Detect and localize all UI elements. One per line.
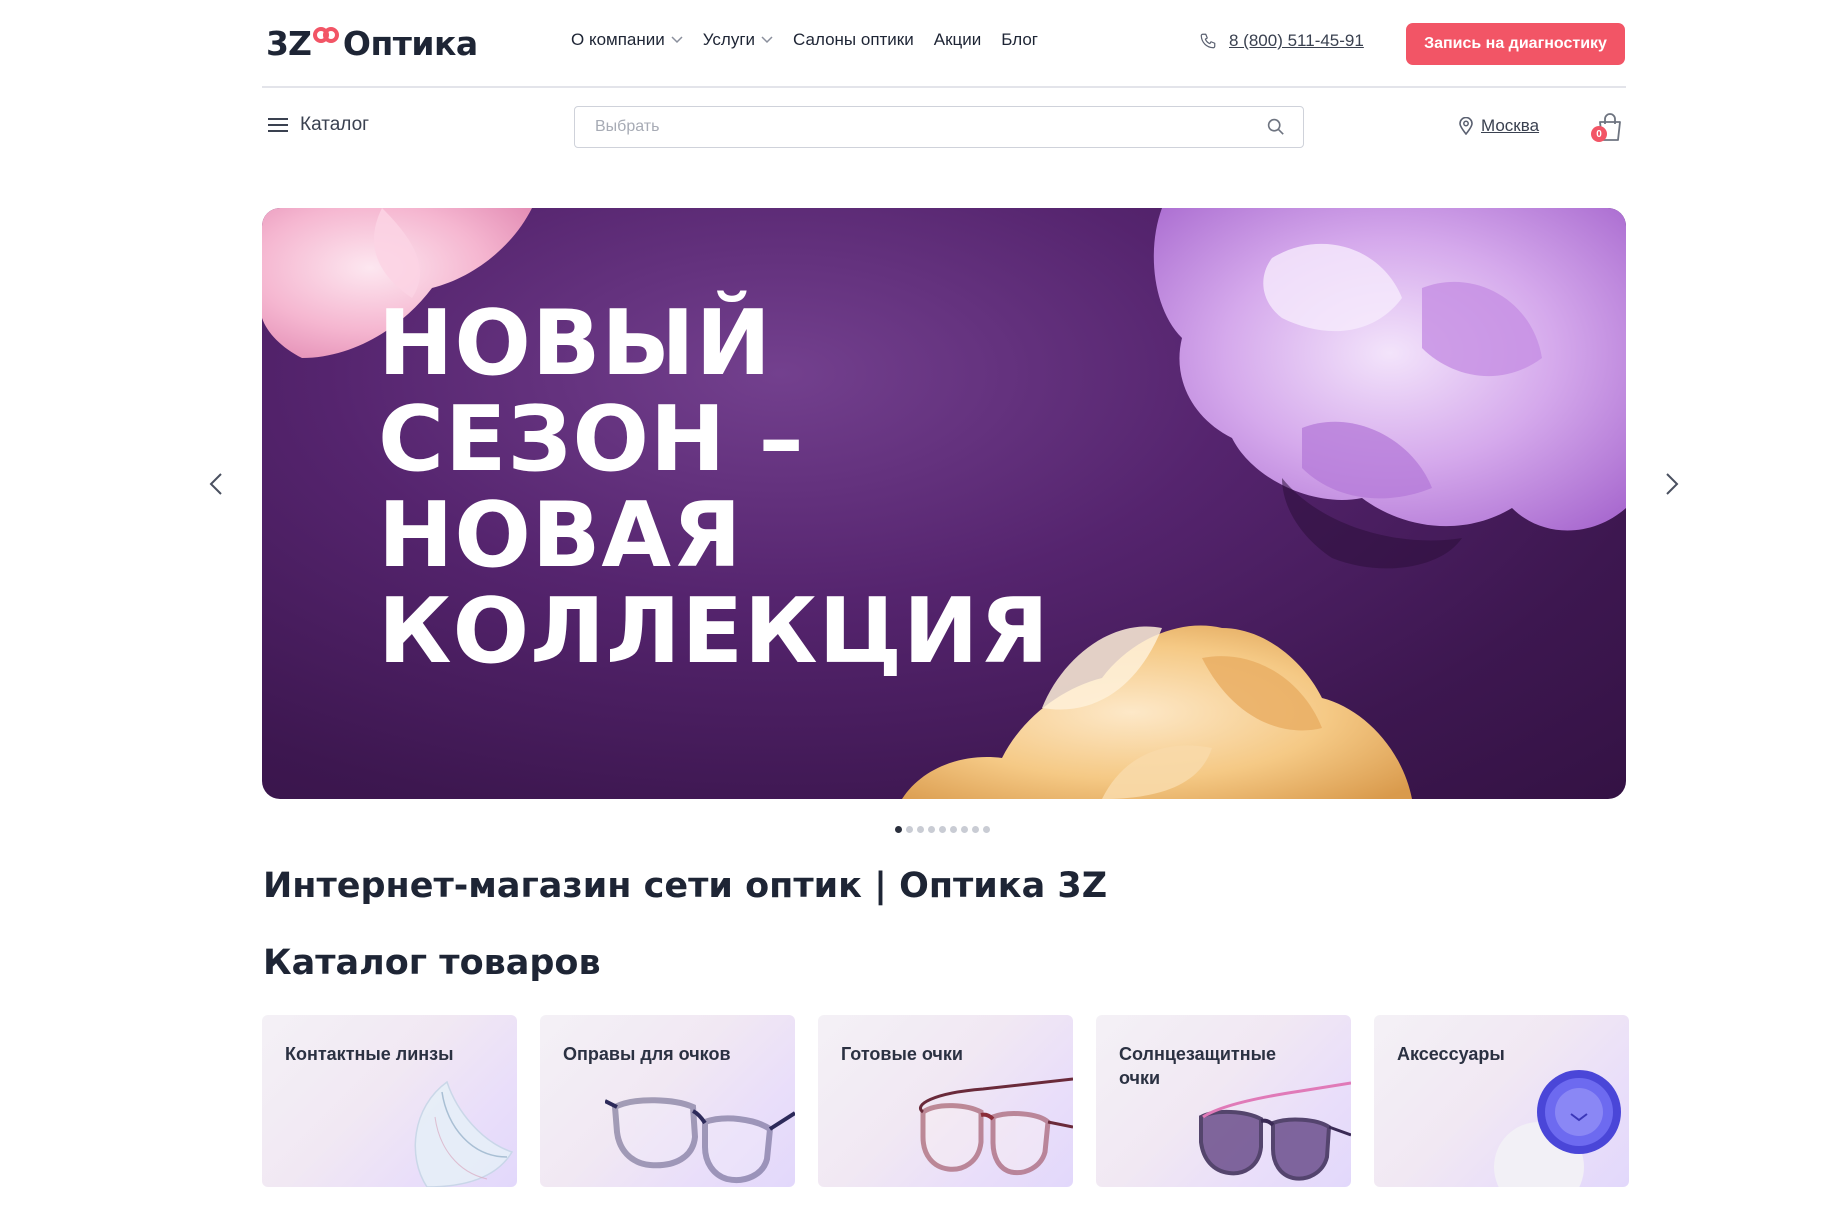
nav-item-label: Акции [933,30,982,49]
card-label: Готовые очки [841,1044,963,1064]
catalog-card-accessories[interactable]: Аксессуары [1374,1015,1629,1187]
nav-item-label: Салоны оптики [793,30,914,49]
glasses-icon [919,1077,1073,1176]
city-selector[interactable]: Москва [1459,116,1539,136]
pagination-dot[interactable] [972,826,979,833]
logo-name: Оптика [342,23,478,63]
cart-count-badge: 0 [1591,126,1607,142]
page-title: Интернет-магазин сети оптик | Оптика 3Z [263,866,1108,906]
logo-prefix: 3Z [266,23,312,63]
chevron-down-icon [761,36,773,44]
chevron-down-icon [671,36,683,44]
chevron-right-icon [1666,473,1679,495]
search-input[interactable] [593,117,1197,137]
location-pin-icon [1459,117,1473,135]
pagination-dot[interactable] [950,826,957,833]
sunglasses-icon [1199,1081,1351,1181]
pagination-dot[interactable] [895,826,902,833]
nav-item-blog[interactable]: Блог [1001,30,1038,50]
card-label: Оправы для очков [563,1044,731,1064]
banner-prev-arrow[interactable] [204,464,228,504]
pagination-dot[interactable] [939,826,946,833]
catalog-card-contact-lenses[interactable]: Контактные линзы [262,1015,517,1187]
chevron-left-icon [209,473,222,495]
book-diagnostics-button[interactable]: Запись на диагностику [1406,23,1625,65]
catalog-card-sunglasses[interactable]: Солнцезащитные очки [1096,1015,1351,1187]
catalog-heading: Каталог товаров [263,943,601,983]
nav-item-about[interactable]: О компании [571,30,683,50]
logo-infinity-icon [312,27,339,43]
pagination-dot[interactable] [961,826,968,833]
catalog-card-ready-glasses[interactable]: Готовые очки [818,1015,1073,1187]
banner-pagination [895,826,990,833]
lens-case-icon [1494,1070,1621,1187]
banner-title: НОВЫЙ СЕЗОН – НОВАЯ КОЛЛЕКЦИЯ [378,291,1050,684]
nav-item-services[interactable]: Услуги [703,30,773,50]
contact-lens-icon [414,1080,514,1187]
phone-number: 8 (800) 511-45-91 [1229,31,1364,50]
catalog-cards: Контактные линзы Оправы для очков Готовы… [262,1015,1629,1187]
header-divider [262,86,1626,88]
catalog-label: Каталог [300,114,370,135]
pagination-dot[interactable] [917,826,924,833]
nav-item-label: Услуги [702,30,756,49]
pagination-dot[interactable] [928,826,935,833]
pagination-dot[interactable] [983,826,990,833]
cart-button[interactable]: 0 [1591,112,1625,144]
banner-next-arrow[interactable] [1660,464,1684,504]
phone-icon [1200,33,1216,49]
promo-banner[interactable]: НОВЫЙ СЕЗОН – НОВАЯ КОЛЛЕКЦИЯ [262,208,1626,799]
hamburger-menu-icon [268,118,288,132]
logo[interactable]: 3Z Оптика [266,18,478,68]
nav-item-label: О компании [571,30,665,49]
catalog-card-frames[interactable]: Оправы для очков [540,1015,795,1187]
nav-item-promotions[interactable]: Акции [934,30,982,50]
top-navigation: О компании Услуги Салоны оптики Акции Бл… [571,30,1038,50]
nav-item-label: Блог [1001,30,1038,49]
nav-item-salons[interactable]: Салоны оптики [793,30,914,50]
frames-icon [605,1097,795,1183]
catalog-menu-button[interactable]: Каталог [268,114,369,136]
search-icon[interactable] [1267,118,1285,136]
phone-link[interactable]: 8 (800) 511-45-91 [1199,31,1364,51]
city-name: Москва [1481,116,1540,135]
pagination-dot[interactable] [906,826,913,833]
search-bar [574,106,1304,148]
